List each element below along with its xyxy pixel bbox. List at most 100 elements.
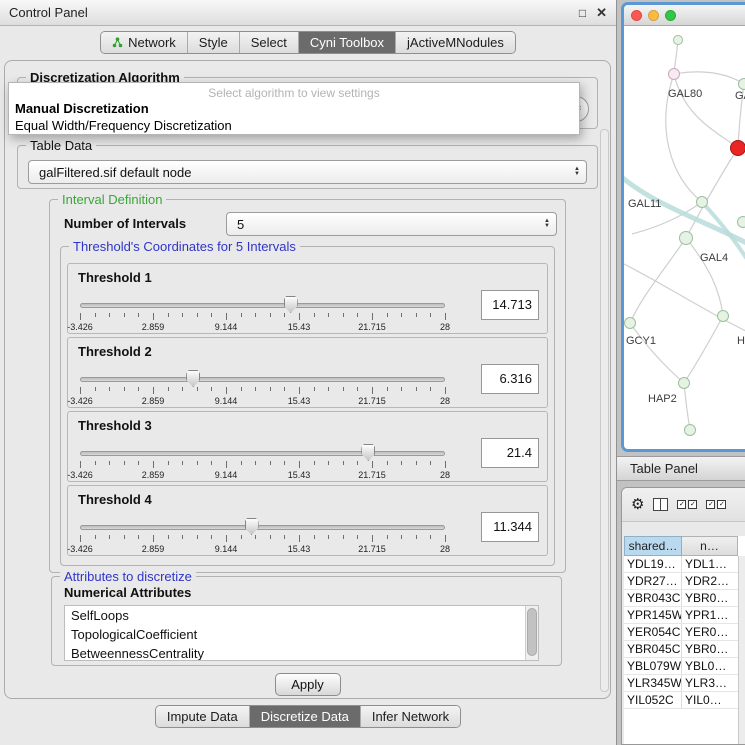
tab-style[interactable]: Style [187, 32, 239, 53]
panel-scrollbar[interactable] [600, 129, 609, 692]
tick-mark [182, 461, 183, 465]
tick-mark [109, 461, 110, 465]
float-window-icon[interactable]: □ [579, 6, 586, 20]
checkbox-pair-icon[interactable]: ✓ ✓ [706, 500, 726, 509]
table-cell[interactable]: YBL0… [682, 658, 738, 674]
table-row[interactable]: YER054CYER0… [624, 624, 738, 641]
network-node[interactable] [737, 216, 745, 228]
close-traffic-light[interactable] [631, 10, 642, 21]
apply-button[interactable]: Apply [275, 673, 341, 696]
table-toolbar: ⚙ ✓ ✓ ✓ ✓ [622, 488, 745, 522]
table-cell[interactable]: YIL052C [624, 692, 682, 708]
tab-jactivemnodules[interactable]: jActiveMNodules [395, 32, 515, 53]
table-row[interactable]: YBR043CYBR0… [624, 590, 738, 607]
table-row[interactable]: YDL19…YDL1… [624, 556, 738, 573]
dropdown-options: Manual DiscretizationEqual Width/Frequen… [9, 100, 579, 134]
tick-mark [211, 535, 212, 539]
table-cell[interactable]: YBR045C [624, 641, 682, 657]
network-node[interactable] [738, 78, 745, 90]
table-cell[interactable]: YLR3… [682, 675, 738, 691]
table-cell[interactable]: YBR0… [682, 641, 738, 657]
node-table: shared…n… YDL19…YDL1…YDR27…YDR2…YBR043CY… [624, 536, 745, 744]
threshold-slider[interactable]: -3.4262.8599.14415.4321.71528 [80, 516, 445, 554]
threshold-value-field[interactable]: 14.713 [481, 290, 539, 320]
threshold-box: Threshold 4-3.4262.8599.14415.4321.71528… [67, 485, 548, 556]
table-cell[interactable]: YER054C [624, 624, 682, 640]
tick-mark [284, 461, 285, 465]
network-node[interactable] [668, 68, 680, 80]
tab-network[interactable]: Network [101, 32, 187, 53]
table-cell[interactable]: YBR0… [682, 590, 738, 606]
gear-icon[interactable]: ⚙ [631, 497, 644, 512]
tab-infer-network[interactable]: Infer Network [360, 706, 460, 727]
table-data-combobox[interactable]: galFiltered.sif default node ▲ ▼ [28, 160, 587, 184]
network-node[interactable] [696, 196, 708, 208]
scale-label: -3.426 [67, 544, 93, 554]
algorithm-option-equal-width-frequency-discretization[interactable]: Equal Width/Frequency Discretization [9, 117, 579, 134]
slider-thumb[interactable] [245, 518, 259, 535]
zoom-traffic-light[interactable] [665, 10, 676, 21]
threshold-slider[interactable]: -3.4262.8599.14415.4321.71528 [80, 442, 445, 480]
table-cell[interactable]: YBL079W [624, 658, 682, 674]
numerical-attributes-list[interactable]: SelfLoopsTopologicalCoefficientBetweenne… [64, 605, 539, 661]
table-row[interactable]: YBR045CYBR0… [624, 641, 738, 658]
column-header[interactable]: shared… [624, 536, 682, 556]
table-cell[interactable]: YPR1… [682, 607, 738, 623]
tab-cyni-toolbox[interactable]: Cyni Toolbox [298, 32, 395, 53]
threshold-value-field[interactable]: 21.4 [481, 438, 539, 468]
list-scrollbar[interactable] [525, 606, 538, 660]
table-row[interactable]: YBL079WYBL0… [624, 658, 738, 675]
table-row[interactable]: YIL052CYIL0… [624, 692, 738, 709]
checkbox-pair-icon[interactable]: ✓ ✓ [677, 500, 697, 509]
network-node[interactable] [684, 424, 696, 436]
slider-thumb[interactable] [284, 296, 298, 313]
table-cell[interactable]: YDR27… [624, 573, 682, 589]
table-scrollbar[interactable] [738, 556, 745, 744]
attribute-item[interactable]: SelfLoops [65, 606, 538, 625]
table-cell[interactable]: YLR345W [624, 675, 682, 691]
network-canvas[interactable]: GAL80GAGAL11GAL4GCY1HHAP2 [624, 26, 745, 449]
slider-thumb[interactable] [361, 444, 375, 461]
table-row[interactable]: YPR145WYPR1… [624, 607, 738, 624]
tab-select[interactable]: Select [239, 32, 298, 53]
threshold-slider[interactable]: -3.4262.8599.14415.4321.71528 [80, 368, 445, 406]
slider-track [80, 525, 445, 530]
network-node[interactable] [717, 310, 729, 322]
network-node[interactable] [730, 140, 745, 156]
network-node[interactable] [624, 317, 636, 329]
slider-thumb[interactable] [186, 370, 200, 387]
network-node[interactable] [673, 35, 683, 45]
table-cell[interactable]: YER0… [682, 624, 738, 640]
threshold-value-field[interactable]: 11.344 [481, 512, 539, 542]
close-icon[interactable]: ✕ [596, 5, 607, 21]
tick-mark [138, 313, 139, 317]
scale-label: 2.859 [142, 396, 165, 406]
tick-mark [284, 313, 285, 317]
table-cell[interactable]: YIL0… [682, 692, 738, 708]
threshold-box: Threshold 3-3.4262.8599.14415.4321.71528… [67, 411, 548, 482]
threshold-value-field[interactable]: 6.316 [481, 364, 539, 394]
scrollbar-thumb[interactable] [527, 608, 537, 656]
table-row[interactable]: YLR345WYLR3… [624, 675, 738, 692]
table-cell[interactable]: YBR043C [624, 590, 682, 606]
table-cell[interactable]: YDL1… [682, 556, 738, 572]
column-header[interactable]: n… [682, 536, 738, 556]
table-cell[interactable]: YDR2… [682, 573, 738, 589]
number-of-intervals-label: Number of Intervals [64, 216, 186, 231]
table-row[interactable]: YDR27…YDR2… [624, 573, 738, 590]
table-cell[interactable]: YPR145W [624, 607, 682, 623]
attribute-item[interactable]: TopologicalCoefficient [65, 625, 538, 644]
tick-mark [445, 535, 446, 542]
tab-impute-data[interactable]: Impute Data [156, 706, 249, 727]
network-node[interactable] [679, 231, 693, 245]
threshold-slider[interactable]: -3.4262.8599.14415.4321.71528 [80, 294, 445, 332]
minimize-traffic-light[interactable] [648, 10, 659, 21]
network-node[interactable] [678, 377, 690, 389]
algorithm-option-manual-discretization[interactable]: Manual Discretization [9, 100, 579, 117]
table-cell[interactable]: YDL19… [624, 556, 682, 572]
tab-label: Infer Network [372, 709, 449, 724]
tab-discretize-data[interactable]: Discretize Data [249, 706, 360, 727]
attribute-item[interactable]: BetweennessCentrality [65, 644, 538, 661]
number-of-intervals-combobox[interactable]: 5 ▲ ▼ [226, 212, 557, 236]
columns-icon[interactable] [653, 498, 668, 511]
